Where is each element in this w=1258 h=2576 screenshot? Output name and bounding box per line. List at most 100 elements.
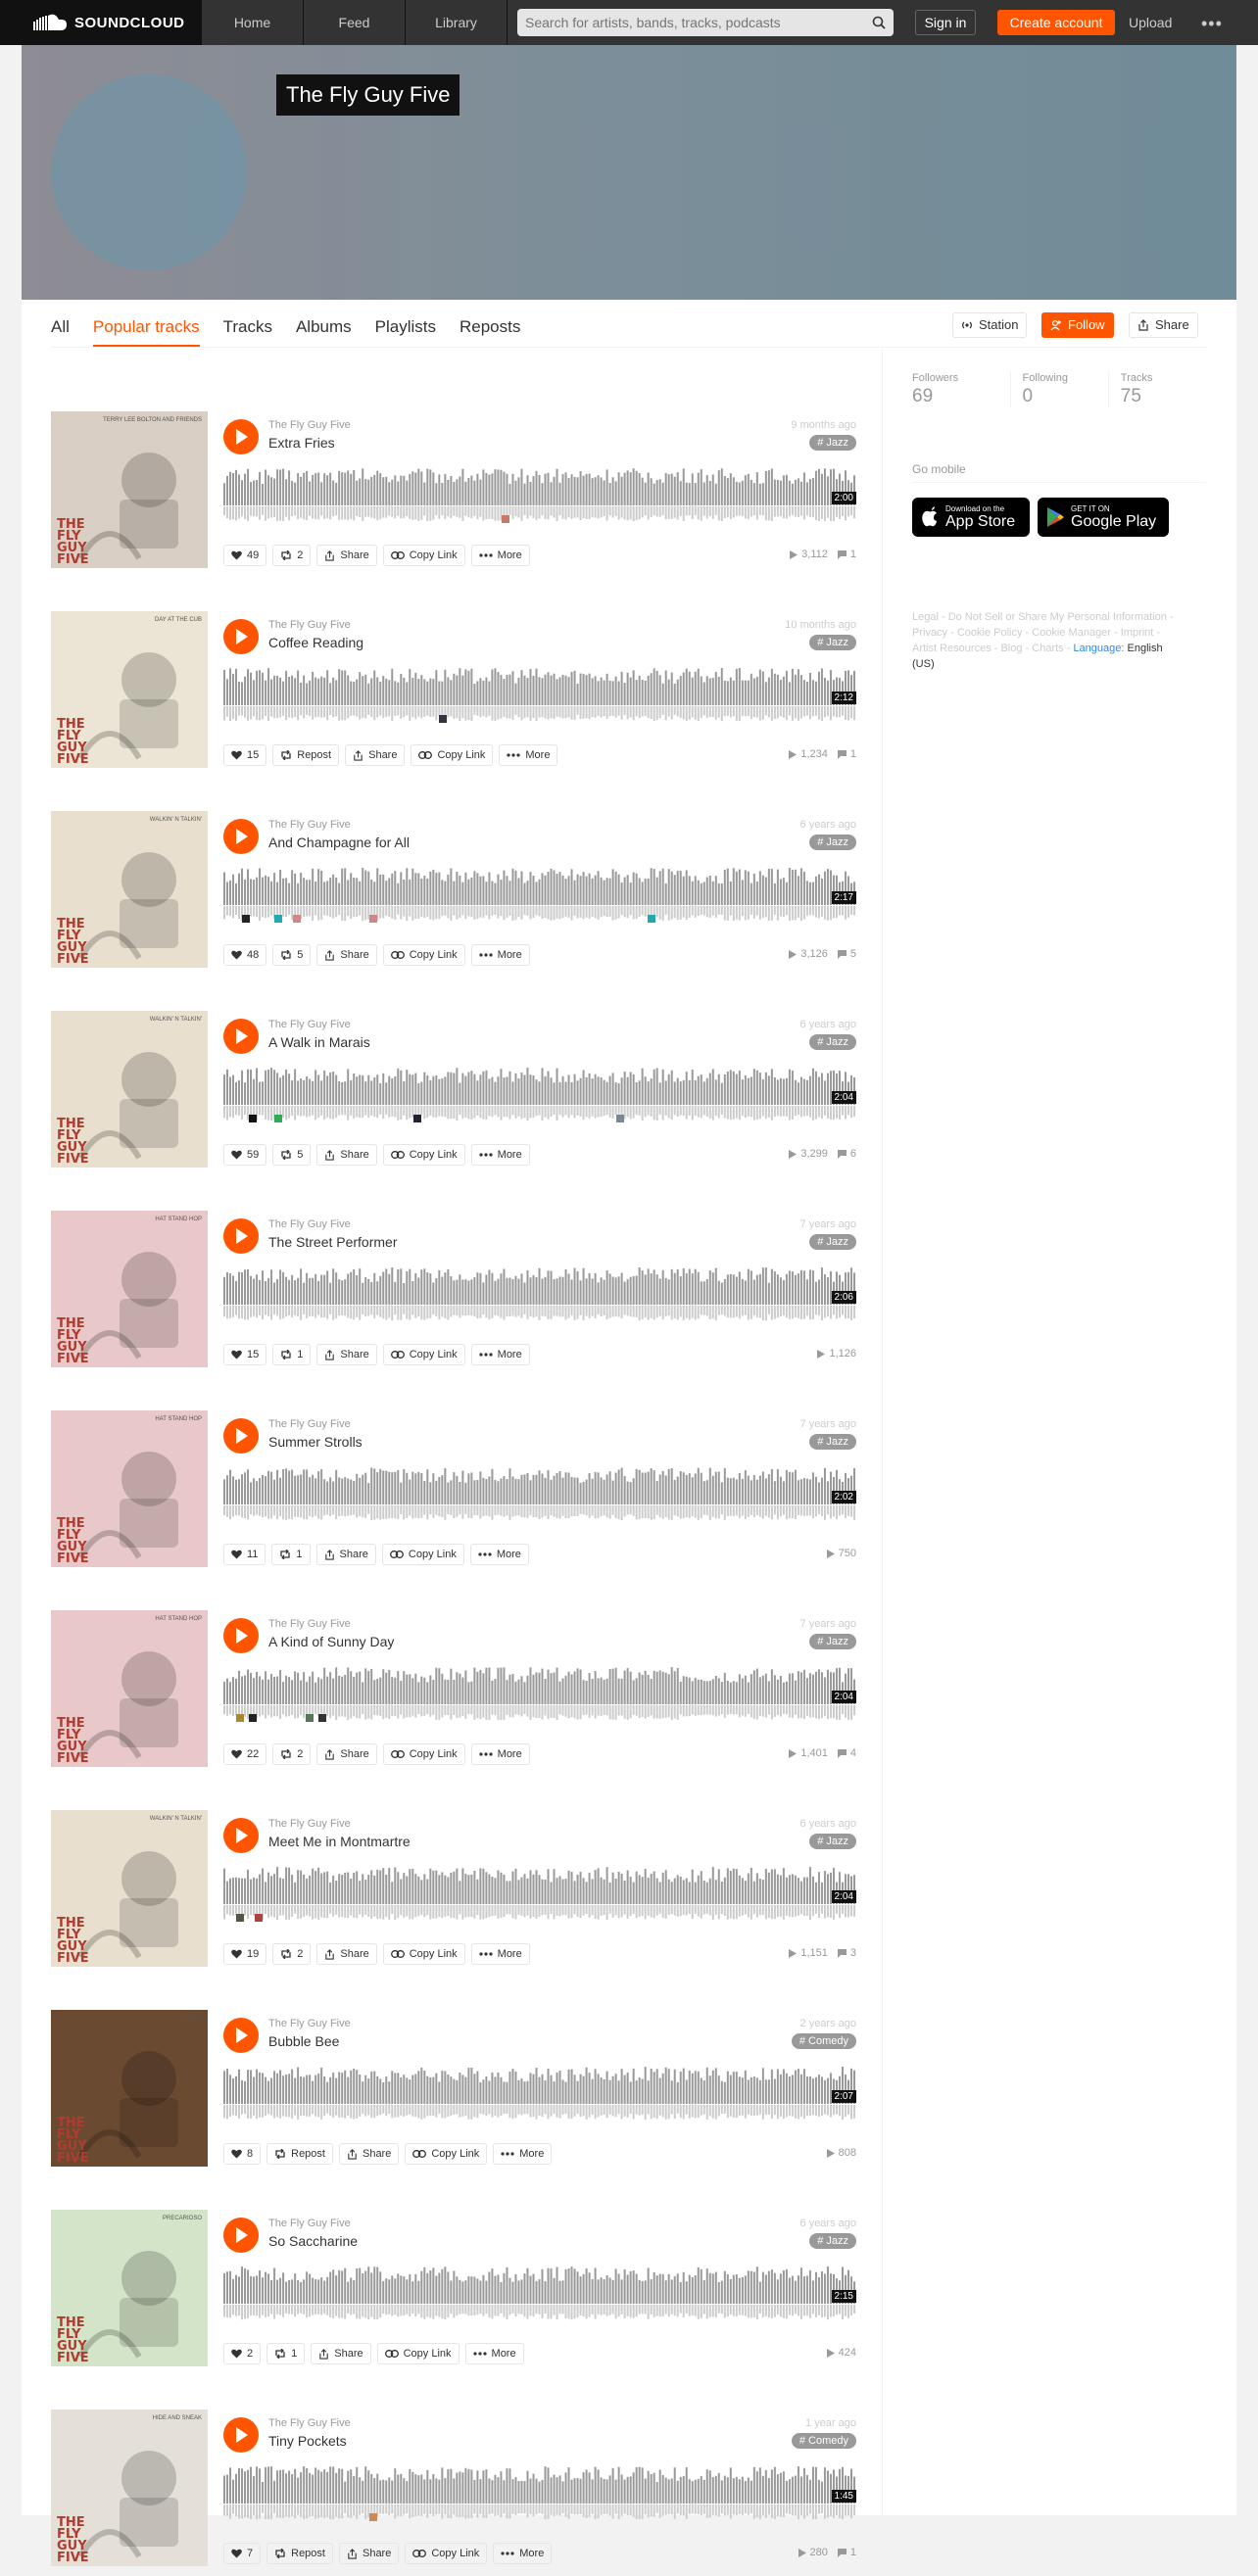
track-artwork[interactable]: WALKIN' N TALKIN' THEFLYGUYFIVE [51, 1810, 208, 1967]
share-button[interactable]: Share [316, 944, 376, 966]
waveform[interactable]: 2:07 [223, 2065, 856, 2122]
comment-marker[interactable] [274, 915, 282, 923]
genre-tag[interactable]: # Jazz [809, 435, 856, 451]
follow-button[interactable]: Follow [1041, 312, 1114, 338]
share-profile-button[interactable]: Share [1129, 312, 1198, 338]
share-button[interactable]: Share [316, 1943, 376, 1965]
like-button[interactable]: 49 [223, 545, 266, 566]
track-artwork[interactable]: CRATES THEFLYGUYFIVE [51, 2010, 208, 2167]
repost-button[interactable]: 2 [272, 545, 311, 566]
repost-button[interactable]: 2 [272, 1943, 311, 1965]
waveform[interactable]: 2:04 [223, 1665, 856, 1722]
more-button[interactable]: More [471, 1144, 530, 1166]
repost-button[interactable]: 1 [272, 1344, 311, 1365]
nav-library[interactable]: Library [406, 0, 508, 45]
track-artist[interactable]: The Fly Guy Five [268, 2417, 351, 2429]
play-button[interactable] [223, 419, 259, 454]
soundcloud-logo[interactable]: SOUNDCLOUD [0, 0, 202, 45]
track-artist[interactable]: The Fly Guy Five [268, 1019, 351, 1030]
track-title[interactable]: Meet Me in Montmartre [268, 1834, 411, 1849]
share-button[interactable]: Share [316, 1743, 376, 1765]
waveform[interactable]: 2:17 [223, 866, 856, 923]
stat-followers[interactable]: Followers 69 [912, 372, 1010, 407]
repost-button[interactable]: Repost [266, 2143, 333, 2165]
repost-button[interactable]: 2 [272, 1743, 311, 1765]
tab-albums[interactable]: Albums [296, 317, 352, 347]
more-button[interactable]: More [471, 1344, 530, 1365]
like-button[interactable]: 15 [223, 1344, 266, 1365]
nav-home[interactable]: Home [202, 0, 304, 45]
share-button[interactable]: Share [316, 1344, 376, 1365]
more-button[interactable]: More [471, 1743, 530, 1765]
copy-link-button[interactable]: Copy Link [411, 744, 493, 766]
play-button[interactable] [223, 1218, 259, 1254]
track-title[interactable]: Summer Strolls [268, 1434, 363, 1450]
copy-link-button[interactable]: Copy Link [383, 1743, 465, 1765]
play-button[interactable] [223, 1019, 259, 1054]
waveform[interactable]: 2:12 [223, 666, 856, 723]
comment-marker[interactable] [249, 1115, 257, 1122]
repost-button[interactable]: Repost [272, 744, 339, 766]
tab-tracks[interactable]: Tracks [223, 317, 272, 347]
copy-link-button[interactable]: Copy Link [377, 2343, 460, 2364]
share-button[interactable]: Share [311, 2343, 370, 2364]
stat-following[interactable]: Following 0 [1010, 372, 1108, 407]
upload-link[interactable]: Upload [1129, 0, 1172, 45]
track-artist[interactable]: The Fly Guy Five [268, 1818, 351, 1830]
copy-link-button[interactable]: Copy Link [405, 2143, 487, 2165]
more-button[interactable]: More [471, 944, 530, 966]
waveform[interactable]: 2:15 [223, 2265, 856, 2321]
play-button[interactable] [223, 2018, 259, 2053]
share-button[interactable]: Share [316, 545, 376, 566]
station-button[interactable]: Station [952, 312, 1027, 338]
track-artwork[interactable]: HAT STAND HOP THEFLYGUYFIVE [51, 1410, 208, 1567]
create-account-button[interactable]: Create account [997, 10, 1115, 35]
comment-marker[interactable] [306, 1714, 314, 1722]
share-button[interactable]: Share [339, 2543, 399, 2564]
like-button[interactable]: 19 [223, 1943, 266, 1965]
track-artwork[interactable]: HIDE AND SNEAK THEFLYGUYFIVE [51, 2409, 208, 2566]
tab-playlists[interactable]: Playlists [375, 317, 436, 347]
comment-marker[interactable] [413, 1115, 421, 1122]
like-button[interactable]: 8 [223, 2143, 261, 2165]
comment-marker[interactable] [616, 1115, 624, 1122]
comment-marker[interactable] [242, 915, 250, 923]
more-button[interactable]: More [493, 2143, 552, 2165]
app-store-badge[interactable]: Download on the App Store [912, 498, 1030, 537]
track-artist[interactable]: The Fly Guy Five [268, 1618, 351, 1630]
more-button[interactable]: More [499, 744, 557, 766]
track-title[interactable]: Tiny Pockets [268, 2433, 347, 2449]
genre-tag[interactable]: # Jazz [809, 1834, 856, 1849]
share-button[interactable]: Share [316, 1144, 376, 1166]
play-button[interactable] [223, 1618, 259, 1653]
track-artist[interactable]: The Fly Guy Five [268, 619, 351, 631]
share-button[interactable]: Share [345, 744, 405, 766]
more-button[interactable]: More [471, 545, 530, 566]
like-button[interactable]: 2 [223, 2343, 261, 2364]
nav-feed[interactable]: Feed [304, 0, 406, 45]
waveform[interactable]: 2:04 [223, 1066, 856, 1122]
like-button[interactable]: 15 [223, 744, 266, 766]
track-title[interactable]: A Kind of Sunny Day [268, 1634, 394, 1649]
comment-count[interactable]: 5 [850, 948, 856, 960]
comment-marker[interactable] [648, 915, 655, 923]
genre-tag[interactable]: # Jazz [809, 1634, 856, 1649]
copy-link-button[interactable]: Copy Link [383, 944, 465, 966]
genre-tag[interactable]: # Jazz [809, 2233, 856, 2249]
copy-link-button[interactable]: Copy Link [382, 1544, 464, 1565]
comment-marker[interactable] [255, 1914, 263, 1922]
genre-tag[interactable]: # Comedy [792, 2033, 856, 2049]
stat-tracks[interactable]: Tracks 75 [1108, 372, 1206, 407]
like-button[interactable]: 11 [223, 1544, 266, 1565]
like-button[interactable]: 7 [223, 2543, 261, 2564]
comment-marker[interactable] [274, 1115, 282, 1122]
comment-count[interactable]: 1 [850, 549, 856, 560]
track-artwork[interactable]: WALKIN' N TALKIN' THEFLYGUYFIVE [51, 811, 208, 968]
waveform[interactable]: 1:45 [223, 2464, 856, 2521]
repost-button[interactable]: 5 [272, 1144, 311, 1166]
track-title[interactable]: The Street Performer [268, 1234, 398, 1250]
comment-count[interactable]: 1 [850, 2547, 856, 2558]
repost-button[interactable]: 1 [271, 1544, 310, 1565]
comment-marker[interactable] [369, 2513, 377, 2521]
tab-all[interactable]: All [51, 317, 70, 347]
